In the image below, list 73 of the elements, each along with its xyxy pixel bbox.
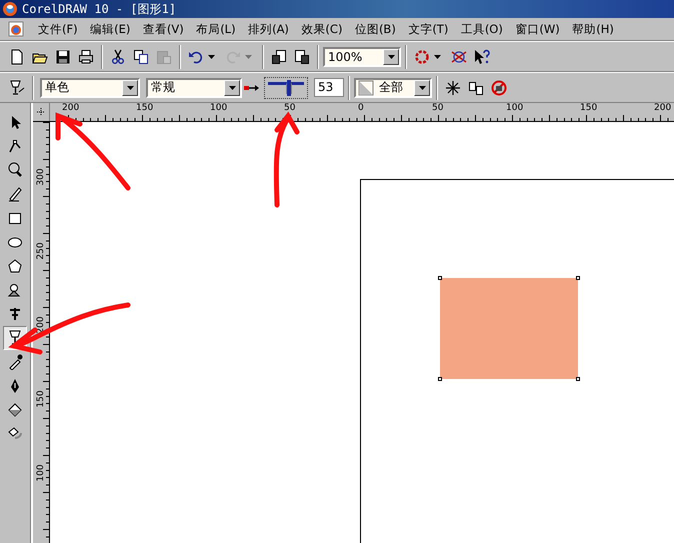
ruler-label: 100 — [36, 463, 46, 483]
caret-icon — [208, 54, 215, 58]
shape-tool-icon — [7, 138, 23, 154]
scissors-icon — [110, 48, 126, 64]
ruler-label: 200 — [654, 103, 672, 113]
transparency-type-dropdown[interactable]: 单色 — [40, 78, 140, 98]
export-icon — [294, 48, 310, 64]
save-icon — [55, 48, 71, 64]
pen-tool-icon — [7, 186, 23, 202]
ruler-label: 50 — [432, 103, 444, 113]
caret-icon — [126, 86, 134, 90]
ruler-label: 200 — [62, 103, 80, 113]
caret-icon — [228, 86, 236, 90]
transparency-value-field[interactable]: 53 — [314, 78, 344, 97]
crosshair-icon — [35, 106, 47, 118]
new-document-icon — [9, 48, 25, 64]
menu-item[interactable]: 效果(C) — [301, 22, 342, 36]
zoom-dropdown[interactable]: 100% — [323, 46, 401, 66]
polygon-tool-icon — [7, 258, 23, 274]
document-icon — [8, 21, 24, 37]
menu-item[interactable]: 排列(A) — [248, 22, 289, 36]
caret-icon — [434, 54, 441, 58]
selection-handle[interactable] — [576, 276, 580, 280]
transparency-mode-dropdown[interactable]: 常规 — [146, 78, 242, 98]
ruler-label: 0 — [358, 103, 364, 113]
menu-item[interactable]: 编辑(E) — [90, 22, 130, 36]
app-logo-icon — [2, 1, 18, 17]
menu-item[interactable]: 帮助(H) — [572, 22, 614, 36]
paint-bucket-icon — [7, 402, 23, 418]
window-title: CorelDRAW 10 - [图形1] — [22, 0, 176, 18]
paste-icon — [156, 48, 172, 64]
menu-item[interactable]: 布局(L) — [196, 22, 236, 36]
selection-handle[interactable] — [438, 377, 442, 381]
import-icon — [271, 48, 287, 64]
menu-item[interactable]: 窗口(W) — [515, 22, 560, 36]
slider-thumb[interactable] — [287, 80, 292, 96]
undo-icon — [188, 48, 204, 64]
no-entry-icon — [491, 80, 507, 96]
start-transparency-icon — [243, 82, 261, 92]
selection-handle[interactable] — [438, 276, 442, 280]
print-icon — [78, 48, 94, 64]
transparency-target-dropdown[interactable]: 全部 — [354, 78, 432, 98]
zoom-icon — [7, 162, 23, 178]
ruler-label: 150 — [580, 103, 598, 113]
caret-icon — [245, 54, 252, 58]
menu-item[interactable]: 文件(F) — [38, 22, 78, 36]
caret-icon — [418, 86, 426, 90]
text-tool-icon — [7, 306, 23, 322]
fill-icon — [358, 80, 374, 96]
copy-icon — [133, 48, 149, 64]
eyedropper-icon — [7, 354, 23, 370]
rectangle-tool-icon — [7, 210, 23, 226]
ruler-label: 150 — [136, 103, 154, 113]
ruler-label: 100 — [506, 103, 524, 113]
ruler-label: 150 — [36, 389, 46, 409]
menu-item[interactable]: 查看(V) — [142, 22, 184, 36]
menu-item[interactable]: 工具(O) — [460, 22, 503, 36]
wine-glass-icon — [9, 80, 25, 96]
menu-item[interactable]: 文字(T) — [408, 22, 448, 36]
transparency-slider[interactable] — [264, 76, 308, 98]
selection-handle[interactable] — [576, 377, 580, 381]
help-icon — [474, 48, 490, 64]
ruler-label: 100 — [210, 103, 228, 113]
shapes-tool-icon — [7, 282, 23, 298]
ruler-label: 250 — [36, 241, 46, 261]
menu-item[interactable]: 位图(B) — [354, 22, 396, 36]
wine-glass-icon — [7, 330, 23, 346]
ruler-label: 300 — [36, 167, 46, 187]
snowflake-icon — [445, 80, 461, 96]
caret-icon — [388, 54, 394, 58]
interactive-fill-icon — [7, 426, 23, 442]
copy-icon — [468, 80, 484, 96]
ruler-label: 50 — [284, 103, 296, 113]
